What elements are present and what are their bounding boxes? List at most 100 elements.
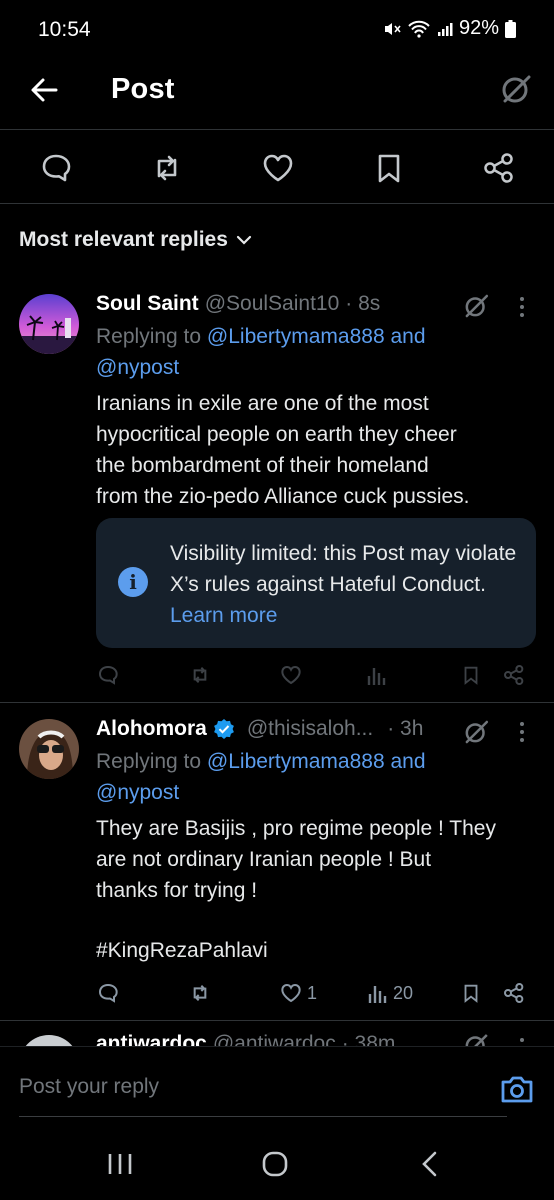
display-name[interactable]: Alohomora bbox=[96, 717, 207, 741]
like-button[interactable] bbox=[279, 663, 303, 687]
hashtag-link[interactable]: #KingRezaPahlavi bbox=[96, 935, 268, 966]
reply-header: antiwardoc @antiwardoc · 38m bbox=[96, 1032, 395, 1046]
wifi-icon bbox=[407, 20, 431, 38]
view-count: 20 bbox=[393, 982, 414, 1003]
home-icon bbox=[262, 1151, 288, 1177]
bookmark-button[interactable] bbox=[371, 150, 407, 186]
more-vertical-icon bbox=[520, 722, 524, 742]
bar-chart-icon bbox=[368, 986, 387, 1003]
bar-chart-icon bbox=[367, 668, 386, 685]
chevron-left-icon bbox=[422, 1151, 437, 1177]
battery-text: 92% bbox=[458, 17, 499, 39]
display-name[interactable]: antiwardoc bbox=[96, 1032, 207, 1046]
input-underline bbox=[19, 1116, 507, 1117]
system-back-button[interactable] bbox=[410, 1148, 450, 1180]
views-button[interactable] bbox=[366, 664, 388, 686]
reply-button[interactable] bbox=[96, 981, 120, 1005]
divider bbox=[0, 1046, 554, 1047]
status-icons: 92% bbox=[383, 17, 516, 40]
more-options-button[interactable] bbox=[512, 719, 532, 745]
user-handle[interactable]: @thisisaloh... bbox=[247, 717, 373, 741]
verified-badge-icon bbox=[213, 719, 234, 739]
reply-input[interactable]: Post your reply bbox=[19, 1075, 159, 1099]
avatar[interactable] bbox=[19, 1035, 79, 1046]
mute-icon bbox=[383, 20, 401, 38]
reply-bubble-icon bbox=[98, 983, 118, 1003]
heart-icon bbox=[281, 983, 301, 1003]
grok-icon bbox=[465, 294, 489, 318]
reply-bubble-icon bbox=[98, 665, 118, 685]
repost-button[interactable] bbox=[149, 150, 185, 186]
views-button[interactable]: 20 bbox=[367, 982, 413, 1004]
grok-button[interactable] bbox=[461, 717, 491, 747]
more-vertical-icon bbox=[520, 297, 524, 317]
sort-replies-dropdown[interactable]: Most relevant replies bbox=[19, 228, 252, 252]
heart-icon bbox=[263, 154, 293, 182]
grok-button[interactable] bbox=[498, 71, 534, 107]
arrow-left-icon bbox=[31, 78, 58, 102]
share-icon bbox=[484, 153, 513, 183]
reply-text: Iranians in exile are one of the most hy… bbox=[96, 392, 470, 508]
replying-to: Replying to @Libertymama888 and @nypost bbox=[96, 325, 426, 379]
avatar[interactable] bbox=[19, 719, 79, 779]
user-handle[interactable]: @antiwardoc bbox=[213, 1032, 336, 1046]
repost-button[interactable] bbox=[188, 663, 212, 687]
reply-text: They are Basijis , pro regime people ! T… bbox=[96, 817, 496, 902]
reply-header: Alohomora @thisisaloh... · 3h bbox=[96, 717, 423, 741]
grok-icon bbox=[465, 720, 489, 744]
post-time: · 3h bbox=[387, 717, 424, 740]
bookmark-button[interactable] bbox=[460, 981, 482, 1005]
user-handle[interactable]: @SoulSaint10 bbox=[205, 292, 340, 316]
mention-link[interactable]: @Libertymama888 and bbox=[207, 325, 426, 348]
camera-button[interactable] bbox=[500, 1073, 534, 1105]
bookmark-button[interactable] bbox=[460, 663, 482, 687]
like-button[interactable]: 1 bbox=[279, 981, 317, 1005]
post-time: · 8s bbox=[345, 292, 381, 315]
share-icon bbox=[504, 983, 524, 1003]
bookmark-icon bbox=[464, 984, 478, 1003]
repost-button[interactable] bbox=[188, 981, 212, 1005]
divider bbox=[0, 203, 554, 204]
reply-bubble-icon bbox=[42, 154, 71, 182]
more-vertical-icon[interactable] bbox=[512, 1035, 532, 1046]
share-button[interactable] bbox=[502, 981, 526, 1005]
reply-clipped: antiwardoc @antiwardoc · 38m bbox=[0, 1021, 554, 1046]
post-time: · 38m bbox=[341, 1032, 396, 1046]
recent-apps-button[interactable] bbox=[100, 1148, 140, 1180]
divider bbox=[0, 129, 554, 130]
repost-icon bbox=[157, 155, 177, 181]
reply-button[interactable] bbox=[38, 150, 74, 186]
reply-header: Soul Saint @SoulSaint10 · 8s bbox=[96, 292, 380, 316]
recent-apps-icon bbox=[108, 1154, 132, 1174]
bookmark-icon bbox=[378, 154, 400, 183]
learn-more-link[interactable]: Learn more bbox=[170, 604, 277, 627]
mention-link[interactable]: @nypost bbox=[96, 356, 179, 379]
display-name[interactable]: Soul Saint bbox=[96, 292, 199, 316]
reply-button[interactable] bbox=[96, 663, 120, 687]
repost-icon bbox=[193, 984, 207, 1002]
camera-icon bbox=[501, 1076, 533, 1103]
share-button[interactable] bbox=[481, 150, 517, 186]
sort-label: Most relevant replies bbox=[19, 228, 228, 251]
mention-link[interactable]: @nypost bbox=[96, 781, 179, 804]
status-time: 10:54 bbox=[38, 18, 91, 41]
repost-icon bbox=[193, 666, 207, 684]
grok-icon[interactable] bbox=[461, 1030, 491, 1046]
grok-button[interactable] bbox=[461, 291, 491, 321]
mention-link[interactable]: @Libertymama888 and bbox=[207, 750, 426, 773]
home-button[interactable] bbox=[255, 1148, 295, 1180]
page-title: Post bbox=[111, 73, 175, 105]
like-button[interactable] bbox=[260, 150, 296, 186]
info-icon: i bbox=[118, 567, 148, 597]
back-button[interactable] bbox=[26, 72, 62, 108]
visibility-notice-text: Visibility limited: this Post may violat… bbox=[170, 542, 517, 627]
divider bbox=[0, 702, 554, 703]
more-options-button[interactable] bbox=[512, 294, 532, 320]
replying-to: Replying to @Libertymama888 and @nypost bbox=[96, 750, 426, 804]
signal-icon bbox=[437, 21, 453, 37]
avatar[interactable] bbox=[19, 294, 79, 354]
share-button[interactable] bbox=[502, 663, 526, 687]
chevron-down-icon bbox=[236, 235, 252, 245]
like-count: 1 bbox=[307, 982, 318, 1003]
battery-icon bbox=[505, 19, 516, 38]
